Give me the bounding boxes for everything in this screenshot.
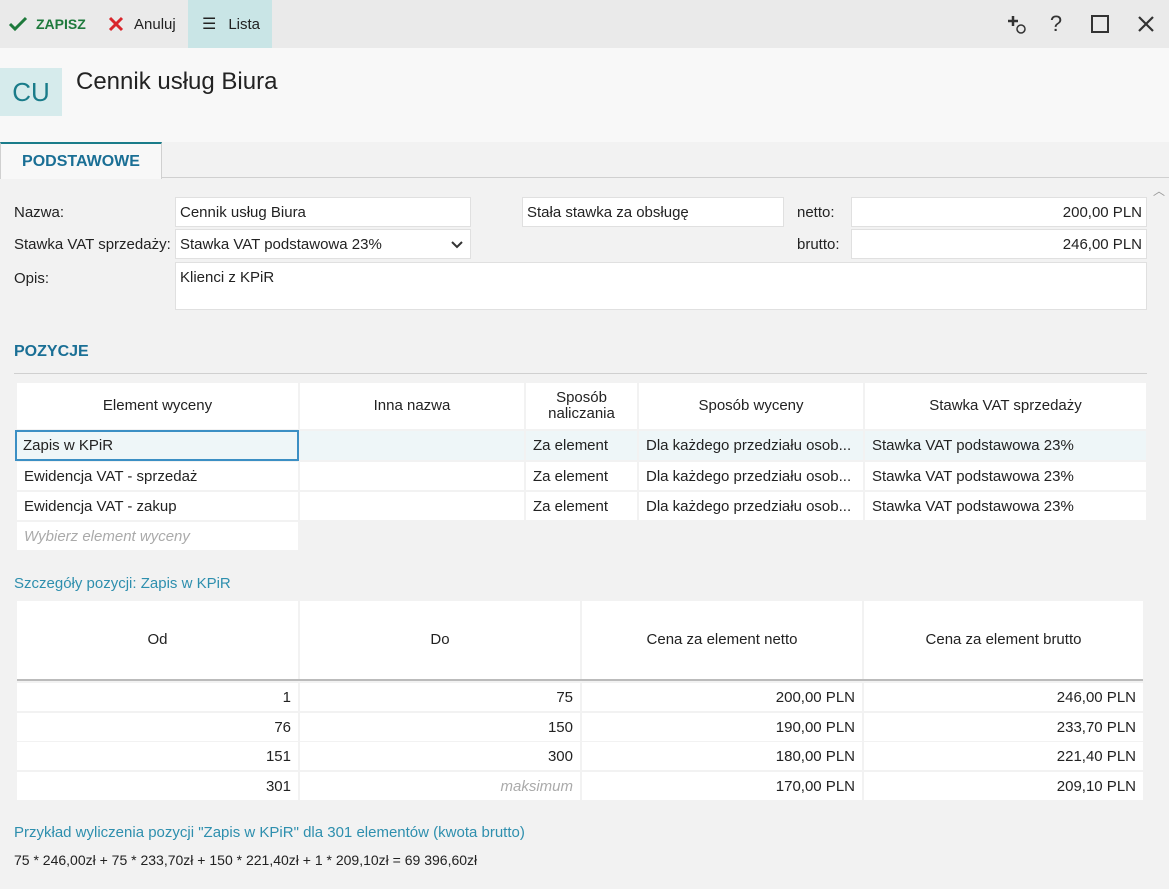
col-header-charge-method[interactable]: Sposób naliczania [526,383,637,429]
table-cell-charge-method[interactable]: Za element [526,462,637,490]
table-cell-element[interactable]: Zapis w KPiR [15,430,299,461]
table-cell-vat-rate[interactable]: Stawka VAT podstawowa 23% [865,431,1146,460]
net-price-cell[interactable]: 190,00 PLN [582,713,862,741]
divider [14,373,1147,374]
gross-label: brutto: [797,236,840,253]
col-header-net-price[interactable]: Cena za element netto [582,601,862,679]
gross-price-cell[interactable]: 221,40 PLN [864,742,1143,770]
tab-bar: PODSTAWOWE [0,142,1169,179]
cancel-label: Anuluj [134,15,176,33]
tab-podstawowe[interactable]: PODSTAWOWE [0,142,162,179]
vat-label: Stawka VAT sprzedaży: [14,236,171,253]
gross-price-cell[interactable]: 233,70 PLN [864,713,1143,741]
menu-icon: ☰ [202,16,217,33]
range-to-cell[interactable]: 300 [300,742,580,770]
range-to-cell[interactable]: 150 [300,713,580,741]
table-cell-pricing-method[interactable]: Dla każdego przedziału osob... [639,462,863,490]
page-title: Cennik usług Biura [76,68,278,95]
avatar-badge: CU [0,68,62,116]
scroll-up-icon[interactable]: ︿ [1153,182,1165,199]
help-icon[interactable]: ? [1043,10,1069,38]
col-header-from[interactable]: Od [17,601,298,679]
save-button[interactable]: ZAPISZ [8,0,86,48]
new-element-input[interactable]: Wybierz element wyceny [17,522,298,550]
gross-price-cell[interactable]: 246,00 PLN [864,683,1143,711]
net-price-cell[interactable]: 180,00 PLN [582,742,862,770]
table-cell-other-name[interactable] [300,462,524,490]
col-header-to[interactable]: Do [300,601,580,679]
net-label: netto: [797,204,835,221]
table-cell-vat-rate[interactable]: Stawka VAT podstawowa 23% [865,492,1146,520]
net-price-cell[interactable]: 170,00 PLN [582,772,862,800]
table-cell-pricing-method[interactable]: Dla każdego przedziału osob... [639,431,863,460]
close-icon[interactable] [1133,10,1159,38]
example-formula: 75 * 246,00zł + 75 * 233,70zł + 150 * 22… [14,852,478,868]
col-header-vat-rate[interactable]: Stawka VAT sprzedaży [865,383,1146,429]
add-linked-icon[interactable] [1003,10,1029,38]
gross-price-cell[interactable]: 209,10 PLN [864,772,1143,800]
range-to-cell[interactable]: 75 [300,683,580,711]
new-element-placeholder: Wybierz element wyceny [24,527,190,545]
maximize-icon[interactable] [1087,10,1113,38]
range-from-cell[interactable]: 301 [17,772,298,800]
range-to-max-placeholder: maksimum [500,777,573,795]
close-x-icon [108,16,124,32]
cancel-button[interactable]: Anuluj [108,0,176,48]
table-cell-pricing-method[interactable]: Dla każdego przedziału osob... [639,492,863,520]
description-field[interactable]: Klienci z KPiR [175,262,1147,310]
col-header-gross-price[interactable]: Cena za element brutto [864,601,1143,679]
col-header-pricing-method[interactable]: Sposób wyceny [639,383,863,429]
table-cell-element[interactable]: Ewidencja VAT - zakup [17,492,298,520]
gross-price-field[interactable]: 246,00 PLN [851,229,1147,259]
range-from-cell[interactable]: 151 [17,742,298,770]
list-button[interactable]: ☰ Lista [188,0,272,48]
vat-select[interactable]: Stawka VAT podstawowa 23% [175,229,471,259]
toolbar: ZAPISZ Anuluj ☰ Lista ? [0,0,1169,48]
table-cell-charge-method[interactable]: Za element [526,431,637,460]
name-label: Nazwa: [14,204,65,221]
details-title: Szczegóły pozycji: Zapis w KPiR [14,575,231,592]
table-cell-other-name[interactable] [300,431,524,460]
net-price-field[interactable]: 200,00 PLN [851,197,1147,227]
col-header-element[interactable]: Element wyceny [17,383,298,429]
save-label: ZAPISZ [36,16,86,32]
table-cell-charge-method[interactable]: Za element [526,492,637,520]
net-price-cell[interactable]: 200,00 PLN [582,683,862,711]
header-divider [17,679,1143,681]
header: CU Cennik usług Biura [0,48,1169,142]
chevron-down-icon [451,241,463,249]
name-field[interactable]: Cennik usług Biura [175,197,471,227]
desc-label: Opis: [14,270,50,287]
range-from-cell[interactable]: 76 [17,713,298,741]
vat-select-value: Stawka VAT podstawowa 23% [180,235,382,253]
col-header-other-name[interactable]: Inna nazwa [300,383,524,429]
table-cell-element[interactable]: Ewidencja VAT - sprzedaż [17,462,298,490]
example-title: Przykład wyliczenia pozycji "Zapis w KPi… [14,824,525,841]
range-from-cell[interactable]: 1 [17,683,298,711]
range-to-cell[interactable]: maksimum [300,772,580,800]
list-label: Lista [228,15,261,33]
positions-title: POZYCJE [14,343,89,360]
fixed-rate-field[interactable]: Stała stawka za obsługę [522,197,784,227]
table-cell-vat-rate[interactable]: Stawka VAT podstawowa 23% [865,462,1146,490]
table-cell-other-name[interactable] [300,492,524,520]
checkmark-icon [8,16,28,32]
